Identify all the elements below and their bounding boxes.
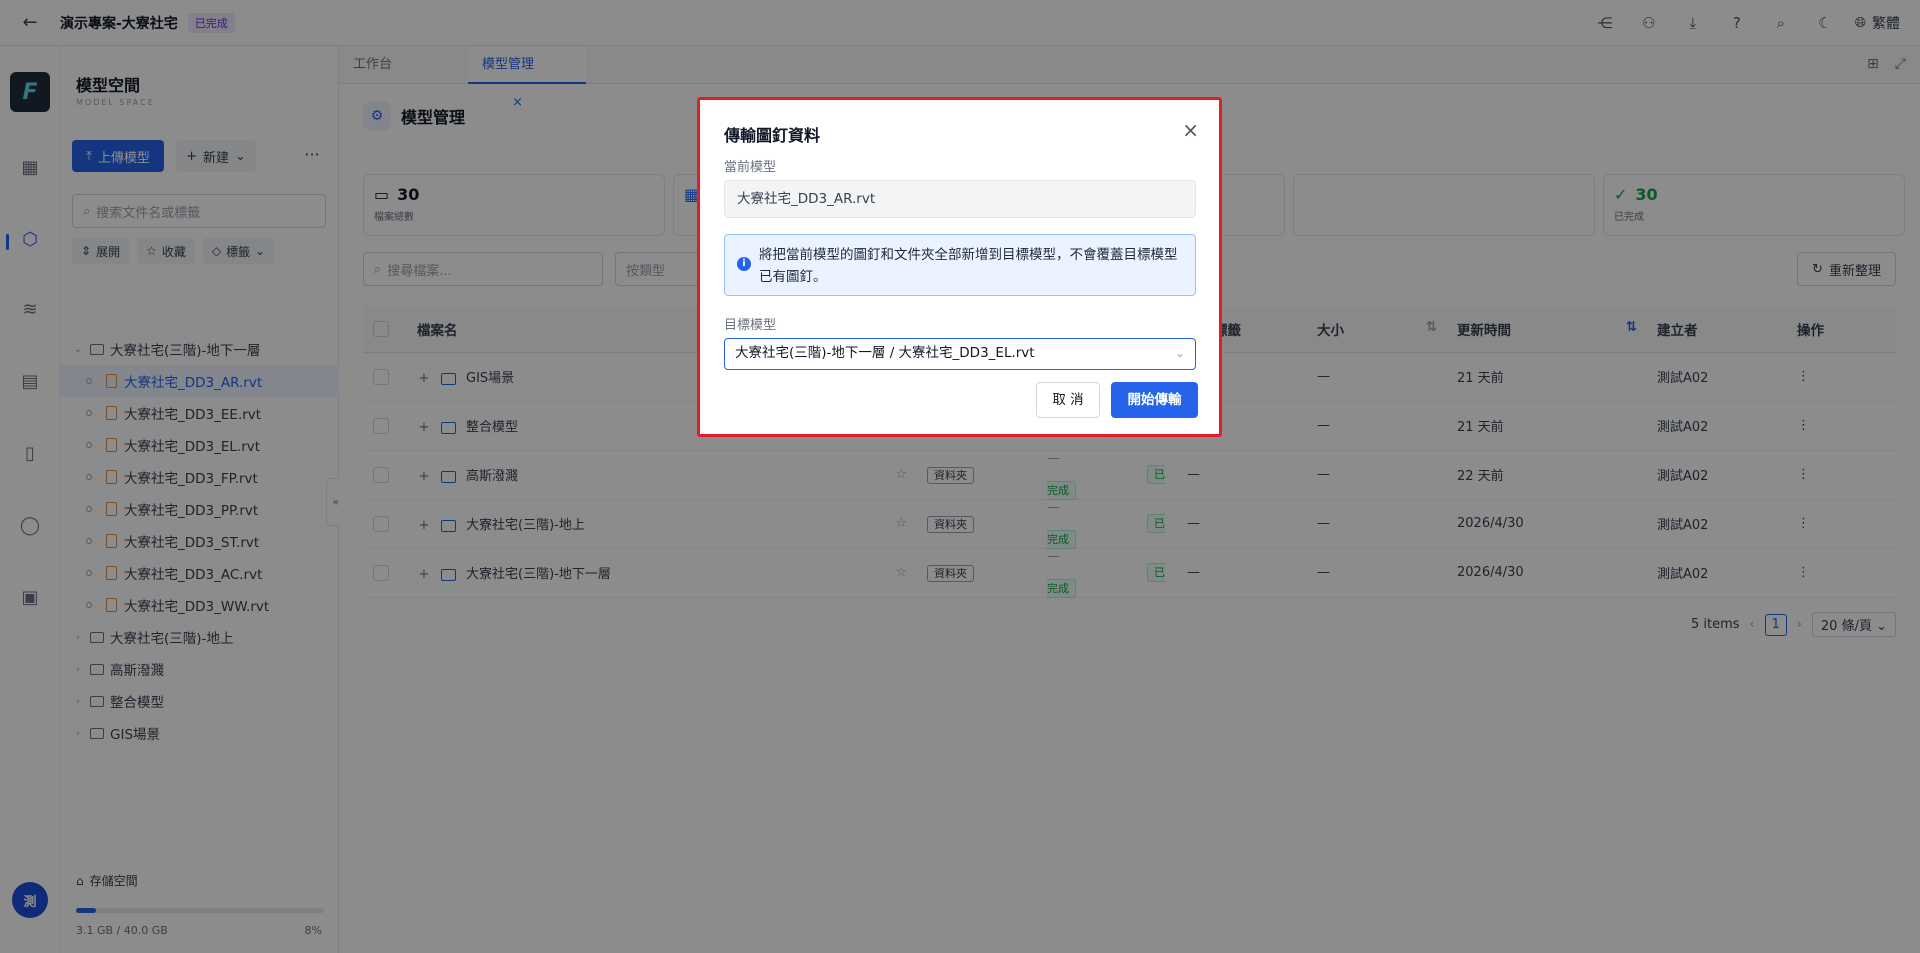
target-model-value: 大寮社宅(三階)-地下一層 / 大寮社宅_DD3_EL.rvt — [735, 345, 1035, 361]
chevron-down-icon: ⌄ — [1174, 346, 1185, 360]
info-alert: i 將把當前模型的圖釘和文件夾全部新增到目標模型，不會覆蓋目標模型已有圖釘。 — [724, 234, 1196, 296]
dialog-title: 傳輸圖釘資料 — [724, 126, 821, 145]
target-model-select[interactable]: 大寮社宅(三階)-地下一層 / 大寮社宅_DD3_EL.rvt ⌄ — [724, 338, 1196, 370]
current-model-field: 大寮社宅_DD3_AR.rvt — [724, 180, 1196, 218]
info-text: 將把當前模型的圖釘和文件夾全部新增到目標模型，不會覆蓋目標模型已有圖釘。 — [759, 247, 1178, 285]
cancel-button[interactable]: 取 消 — [1036, 382, 1100, 418]
current-model-label: 當前模型 — [724, 160, 777, 175]
info-icon: i — [737, 257, 751, 271]
transfer-pins-dialog: 傳輸圖釘資料 × 當前模型 大寮社宅_DD3_AR.rvt i 將把當前模型的圖… — [697, 97, 1222, 437]
target-model-label: 目標模型 — [724, 318, 777, 333]
close-icon[interactable]: × — [1182, 118, 1199, 142]
start-transfer-button[interactable]: 開始傳輸 — [1111, 382, 1198, 418]
